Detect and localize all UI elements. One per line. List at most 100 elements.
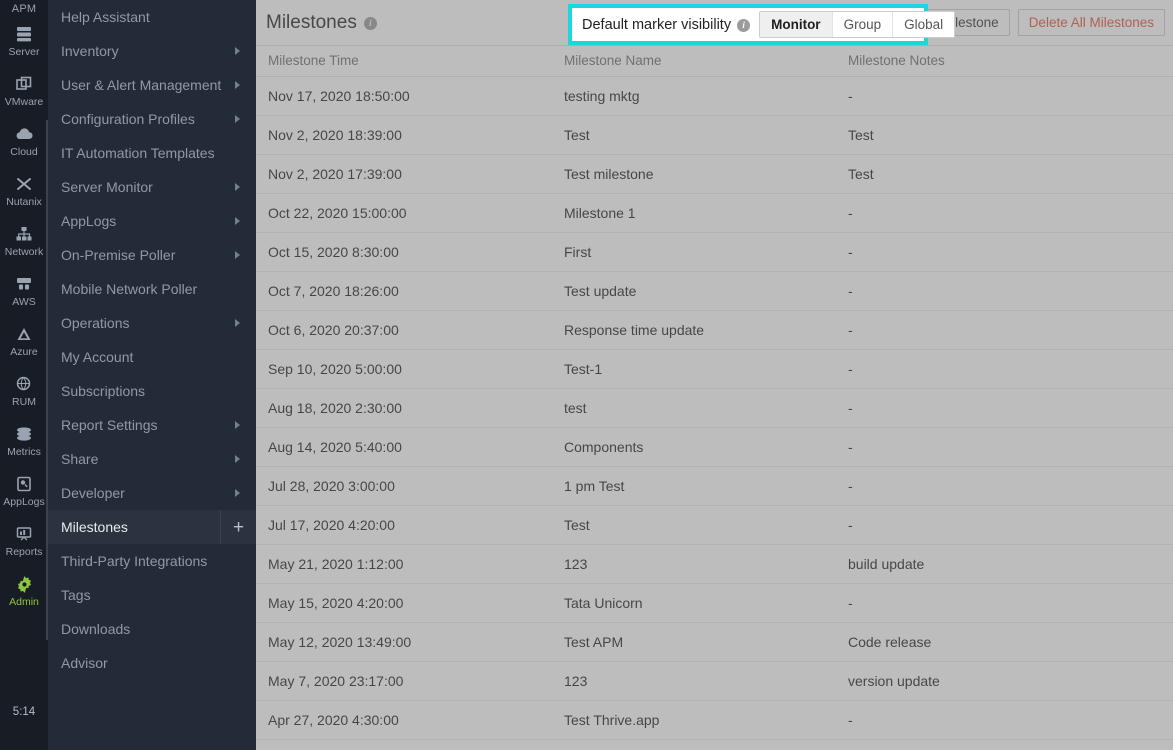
milestone-name-cell: 1 pm Test	[552, 467, 836, 506]
menu-item-configuration-profiles[interactable]: Configuration Profiles	[48, 102, 256, 136]
table-row[interactable]: Oct 6, 2020 20:37:00Response time update…	[256, 311, 1173, 350]
table-row[interactable]: Nov 2, 2020 18:39:00TestTest	[256, 116, 1173, 155]
milestone-notes-cell: -	[836, 194, 1173, 233]
aws-icon	[15, 274, 33, 294]
page-title: Milestones i	[266, 12, 377, 34]
table-row[interactable]: Apr 27, 2020 4:30:00Test Thrive.app-	[256, 701, 1173, 740]
milestone-name-cell: testing mktg	[552, 77, 836, 116]
info-icon[interactable]: i	[737, 19, 750, 32]
milestone-time-cell: Sep 10, 2020 5:00:00	[256, 350, 552, 389]
menu-item-server-monitor[interactable]: Server Monitor	[48, 170, 256, 204]
rail-item-label: Metrics	[7, 446, 41, 458]
menu-item-advisor[interactable]: Advisor	[48, 646, 256, 680]
milestone-name-cell: Test APM	[552, 623, 836, 662]
visibility-segmented-control: Monitor Group Global	[759, 11, 955, 38]
rail-item-applogs[interactable]: AppLogs	[0, 466, 48, 516]
menu-item-applogs[interactable]: AppLogs	[48, 204, 256, 238]
gear-icon	[15, 574, 34, 594]
column-header-milestone-time[interactable]: Milestone Time	[256, 46, 552, 77]
rail-item-reports[interactable]: Reports	[0, 516, 48, 566]
menu-item-label: Milestones	[61, 519, 242, 535]
menu-item-user-alert-management[interactable]: User & Alert Management	[48, 68, 256, 102]
visibility-option-group[interactable]: Group	[833, 12, 894, 37]
table-row[interactable]: May 15, 2020 4:20:00Tata Unicorn-	[256, 584, 1173, 623]
visibility-option-global[interactable]: Global	[893, 12, 954, 37]
network-icon	[15, 224, 33, 244]
milestone-time-cell: Jul 17, 2020 4:20:00	[256, 506, 552, 545]
column-header-milestone-name[interactable]: Milestone Name	[552, 46, 836, 77]
milestone-time-cell: Oct 15, 2020 8:30:00	[256, 233, 552, 272]
table-row[interactable]: Sep 10, 2020 5:00:00Test-1-	[256, 350, 1173, 389]
rail-item-admin[interactable]: Admin	[0, 566, 48, 616]
reports-icon	[15, 524, 33, 544]
menu-item-operations[interactable]: Operations	[48, 306, 256, 340]
rail-item-server[interactable]: Server	[0, 16, 48, 66]
rail-clock: 5:14	[0, 706, 48, 718]
menu-item-label: On-Premise Poller	[61, 247, 235, 263]
menu-item-label: Operations	[61, 315, 235, 331]
milestone-name-cell: Test Thrive.app	[552, 701, 836, 740]
milestone-time-cell: Jul 28, 2020 3:00:00	[256, 467, 552, 506]
table-row[interactable]: Aug 14, 2020 5:40:00Components-	[256, 428, 1173, 467]
milestone-time-cell: Oct 22, 2020 15:00:00	[256, 194, 552, 233]
rail-item-vmware[interactable]: VMware	[0, 66, 48, 116]
chevron-right-icon	[235, 115, 240, 123]
chevron-right-icon	[235, 489, 240, 497]
table-row[interactable]: Oct 15, 2020 8:30:00First-	[256, 233, 1173, 272]
milestone-time-cell: Nov 2, 2020 18:39:00	[256, 116, 552, 155]
menu-item-downloads[interactable]: Downloads	[48, 612, 256, 646]
rail-item-azure[interactable]: Azure	[0, 316, 48, 366]
rail-item-label: AppLogs	[3, 496, 44, 508]
menu-item-developer[interactable]: Developer	[48, 476, 256, 510]
menu-item-subscriptions[interactable]: Subscriptions	[48, 374, 256, 408]
delete-all-milestones-button[interactable]: Delete All Milestones	[1018, 9, 1165, 36]
menu-item-inventory[interactable]: Inventory	[48, 34, 256, 68]
milestone-notes-cell: -	[836, 701, 1173, 740]
menu-item-label: Mobile Network Poller	[61, 281, 242, 297]
menu-item-mobile-network-poller[interactable]: Mobile Network Poller	[48, 272, 256, 306]
table-row[interactable]: Apr 16, 2020 16:29:00Test updatetes	[256, 740, 1173, 750]
milestone-notes-cell: -	[836, 389, 1173, 428]
chevron-right-icon	[235, 81, 240, 89]
menu-item-on-premise-poller[interactable]: On-Premise Poller	[48, 238, 256, 272]
milestone-notes-cell: build update	[836, 545, 1173, 584]
menu-item-report-settings[interactable]: Report Settings	[48, 408, 256, 442]
menu-item-label: Developer	[61, 485, 235, 501]
milestone-name-cell: Components	[552, 428, 836, 467]
rail-item-cloud[interactable]: Cloud	[0, 116, 48, 166]
rail-item-metrics[interactable]: Metrics	[0, 416, 48, 466]
rail-item-aws[interactable]: AWS	[0, 266, 48, 316]
table-row[interactable]: Jul 28, 2020 3:00:001 pm Test-	[256, 467, 1173, 506]
table-row[interactable]: Nov 17, 2020 18:50:00testing mktg-	[256, 77, 1173, 116]
milestone-time-cell: May 12, 2020 13:49:00	[256, 623, 552, 662]
visibility-option-monitor[interactable]: Monitor	[760, 12, 833, 37]
table-row[interactable]: Oct 7, 2020 18:26:00Test update-	[256, 272, 1173, 311]
column-header-milestone-notes[interactable]: Milestone Notes	[836, 46, 1173, 77]
menu-item-milestones[interactable]: Milestones +	[48, 510, 256, 544]
rail-item-nutanix[interactable]: Nutanix	[0, 166, 48, 216]
menu-item-share[interactable]: Share	[48, 442, 256, 476]
table-row[interactable]: Jul 17, 2020 4:20:00Test-	[256, 506, 1173, 545]
default-marker-visibility-highlight: Default marker visibility i Monitor Grou…	[568, 4, 928, 45]
menu-item-tags[interactable]: Tags	[48, 578, 256, 612]
table-row[interactable]: Aug 18, 2020 2:30:00test-	[256, 389, 1173, 428]
info-icon[interactable]: i	[364, 17, 377, 30]
rail-item-rum[interactable]: RUM	[0, 366, 48, 416]
add-milestone-plus-icon[interactable]: +	[220, 510, 256, 544]
milestone-name-cell: Test milestone	[552, 155, 836, 194]
rail-item-network[interactable]: Network	[0, 216, 48, 266]
menu-item-it-automation-templates[interactable]: IT Automation Templates	[48, 136, 256, 170]
table-row[interactable]: May 7, 2020 23:17:00123version update	[256, 662, 1173, 701]
table-row[interactable]: May 12, 2020 13:49:00Test APMCode releas…	[256, 623, 1173, 662]
menu-item-my-account[interactable]: My Account	[48, 340, 256, 374]
milestone-notes-cell: tes	[836, 740, 1173, 750]
table-row[interactable]: Nov 2, 2020 17:39:00Test milestoneTest	[256, 155, 1173, 194]
menu-item-third-party-integrations[interactable]: Third-Party Integrations	[48, 544, 256, 578]
milestone-name-cell: Test	[552, 506, 836, 545]
table-row[interactable]: May 21, 2020 1:12:00123build update	[256, 545, 1173, 584]
milestone-name-cell: Test update	[552, 272, 836, 311]
chevron-right-icon	[235, 47, 240, 55]
milestone-time-cell: Nov 2, 2020 17:39:00	[256, 155, 552, 194]
table-row[interactable]: Oct 22, 2020 15:00:00Milestone 1-	[256, 194, 1173, 233]
menu-item-help-assistant[interactable]: Help Assistant	[48, 0, 256, 34]
